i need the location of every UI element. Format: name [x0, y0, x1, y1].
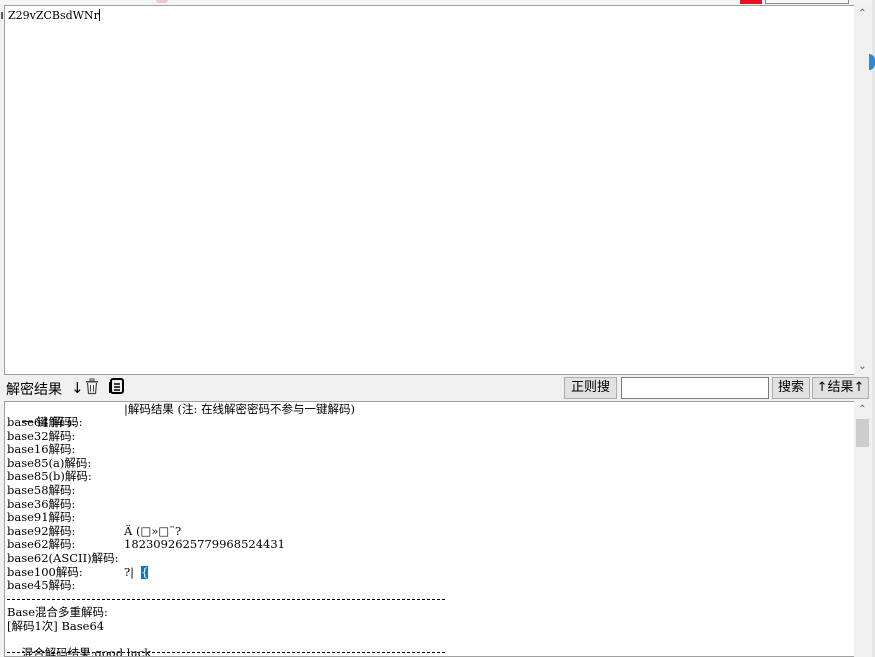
decode-row-label: base100解码:: [7, 564, 83, 579]
decode-row: base100解码: ?| {: [7, 564, 149, 579]
decode-row-label: base32解码:: [7, 428, 76, 443]
mixed-result: 混合解码结果:good luck: [7, 634, 152, 657]
scroll-down-icon[interactable]: ⌄: [854, 358, 871, 375]
decode-row-label: base16解码:: [7, 442, 76, 457]
header-right: |解码结果 (注: 在线解密密码不参与一键解码): [124, 402, 356, 416]
trash-icon[interactable]: [84, 378, 100, 399]
selected-text: {: [141, 564, 149, 579]
scroll-thumb[interactable]: [856, 419, 869, 447]
mixed-step: [解码1次] Base64: [7, 619, 105, 633]
download-icon[interactable]: ↓: [71, 379, 84, 397]
decode-row: base85(a)解码:: [7, 455, 92, 470]
top-tab-indicator: [156, 0, 168, 3]
decode-row: base36解码:: [7, 496, 76, 511]
decode-row-label: base64解码:: [7, 415, 76, 429]
decode-row-label: base62(ASCII)解码:: [7, 551, 119, 565]
decode-row-label: base62解码:: [7, 537, 76, 552]
decode-row-label: base58解码:: [7, 483, 76, 497]
scroll-up-icon[interactable]: ⌃: [854, 401, 871, 418]
search-input[interactable]: [621, 377, 769, 399]
result-label: 解密结果: [6, 382, 62, 398]
result-up-button[interactable]: ↑结果↑: [812, 377, 869, 399]
output-textarea[interactable]: 一 键 解 码: |解码结果 (注: 在线解密密码不参与一键解码) base64…: [4, 401, 854, 657]
decode-row-label: base85(b)解码:: [7, 469, 92, 484]
text-caret: [98, 9, 100, 21]
decode-row-label: base45解码:: [7, 578, 76, 593]
decode-row-label: base85(a)解码:: [7, 455, 92, 470]
close-button[interactable]: [740, 0, 762, 4]
left-marker: [1, 12, 3, 19]
decode-row: base92解码: Ä (□»□¨?: [7, 523, 181, 538]
result-toolbar: 解密结果 ↓ 正则搜 搜索 ↑结果↑: [4, 376, 872, 400]
top-button[interactable]: [765, 0, 849, 4]
input-textarea[interactable]: Z29vZCBsdWNr: [4, 5, 854, 375]
decode-row: base91解码:: [7, 511, 75, 524]
mixed-title: Base混合多重解码:: [7, 605, 108, 619]
decode-row-label: base91解码:: [7, 510, 76, 525]
scroll-up-icon[interactable]: ⌃: [854, 5, 871, 22]
decode-row-value: ?|: [124, 564, 135, 579]
decode-row: base32解码:: [7, 428, 76, 443]
decode-row: base16解码:: [7, 443, 75, 456]
output-scrollbar[interactable]: ⌃: [854, 401, 871, 657]
decode-row-value: 1823092625779968524431: [124, 537, 285, 552]
decode-row-value: Ä (□»□¨?: [124, 523, 182, 538]
decode-row: base58解码:: [7, 484, 75, 497]
decode-row: base85(b)解码:: [7, 470, 92, 483]
regex-search-button[interactable]: 正则搜: [564, 377, 617, 399]
decode-row-label: base36解码:: [7, 496, 76, 511]
decode-row: base64解码:: [7, 416, 75, 429]
input-text: Z29vZCBsdWNr: [8, 9, 100, 22]
separator: [7, 599, 445, 600]
decode-row: base45解码:: [7, 579, 75, 592]
copy-icon[interactable]: [108, 378, 125, 399]
decode-row: base62解码: 1823092625779968524431: [7, 537, 285, 552]
search-button[interactable]: 搜索: [772, 377, 810, 399]
decode-row: base62(ASCII)解码:: [7, 552, 118, 565]
separator: [7, 652, 445, 653]
decode-row-label: base92解码:: [7, 523, 76, 538]
